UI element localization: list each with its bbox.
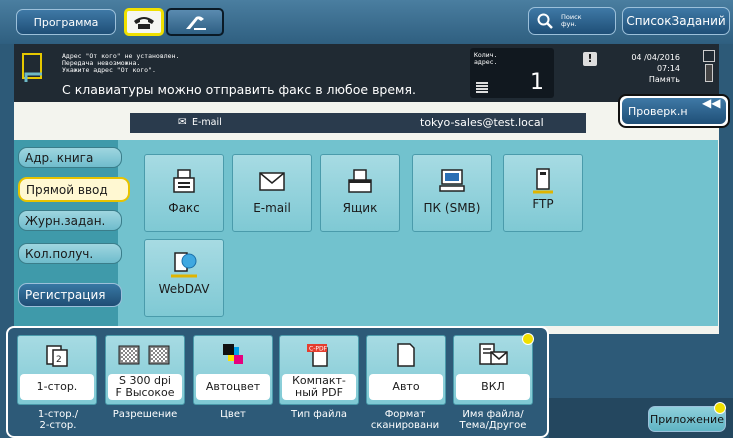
date-time: 04 /04/2016 07:14 Память — [626, 52, 680, 85]
option-color[interactable]: Автоцвет — [193, 335, 273, 405]
option-scan-size-value: Авто — [369, 374, 443, 400]
fax-mode-button[interactable] — [124, 8, 164, 36]
search-label: Поиск фун. — [561, 13, 582, 28]
nav-recipient-count[interactable]: Кол.получ. — [18, 243, 122, 264]
envelope-icon — [258, 167, 286, 195]
pdf-icon-text: C-PDF — [309, 346, 328, 353]
warning-icon: ! — [583, 52, 597, 66]
option-file-name[interactable]: ВКЛ — [453, 335, 533, 405]
tile-smb-label: ПК (SMB) — [423, 201, 481, 215]
phone-icon — [134, 17, 154, 29]
tile-webdav[interactable]: WebDAV — [144, 239, 224, 317]
ftp-icon — [529, 167, 557, 195]
caption-file-name: Имя файла/ Тема/Другое — [459, 409, 527, 431]
register-button[interactable]: Регистрация — [18, 283, 122, 307]
svg-text:2: 2 — [56, 355, 62, 365]
search-icon — [537, 13, 553, 29]
line-mode-button[interactable] — [166, 8, 224, 36]
caption-scan-size: Формат сканировани — [370, 409, 440, 431]
memory-label: Память — [648, 75, 680, 84]
webdav-icon — [169, 252, 199, 280]
option-file-type-value: Компакт- ный PDF — [282, 374, 356, 400]
duplex-icon: 2 — [44, 342, 70, 368]
envelope-small-icon: ✉ — [178, 116, 187, 128]
option-duplex[interactable]: 2 1-стор. — [17, 335, 97, 405]
search-function-button[interactable]: Поиск фун. — [528, 7, 616, 35]
app-indicator-dot — [714, 402, 726, 414]
option-resolution[interactable]: S 300 dpi F Высокое — [105, 335, 185, 405]
option-resolution-value: S 300 dpi F Высокое — [108, 374, 182, 400]
caption-resolution: Разрешение — [112, 409, 178, 420]
fax-document-icon — [20, 52, 46, 88]
nav-job-history[interactable]: Журн.задан. — [18, 210, 122, 231]
caption-file-type: Тип файла — [290, 409, 348, 420]
tile-email[interactable]: E-mail — [232, 154, 312, 232]
nav-direct-input[interactable]: Прямой ввод — [18, 177, 130, 202]
status-main-message: С клавиатуры можно отправить факс в любо… — [62, 82, 416, 97]
destination-bar: ✉ E-mail tokyo-sales@test.local — [130, 113, 586, 133]
memory-gauge-icon — [705, 64, 713, 82]
option-color-value: Автоцвет — [196, 374, 270, 400]
dest-address: tokyo-sales@test.local — [420, 116, 544, 129]
dest-count: 1 — [530, 70, 544, 95]
tile-fax-label: Факс — [168, 201, 200, 215]
resolution-icon — [115, 342, 175, 368]
dest-type-label: E-mail — [192, 117, 222, 128]
tile-box[interactable]: Ящик — [320, 154, 400, 232]
time: 07:14 — [656, 64, 680, 73]
destination-count-box: Колич. адрес. 1 — [470, 48, 554, 98]
date: 04 /04/2016 — [631, 53, 680, 62]
tile-smb[interactable]: ПК (SMB) — [412, 154, 492, 232]
tile-fax[interactable]: Факс — [144, 154, 224, 232]
program-button[interactable]: Программа — [16, 9, 116, 35]
status-message-lines: Адрес "От кого" не установлен. Передача … — [62, 52, 180, 74]
option-duplex-value: 1-стор. — [20, 374, 94, 400]
indicator-dot — [522, 333, 534, 345]
pc-icon — [438, 167, 466, 195]
nav-address-book[interactable]: Адр. книга — [18, 147, 122, 168]
option-scan-size[interactable]: Авто — [366, 335, 446, 405]
box-icon — [346, 167, 374, 195]
doc-mail-icon — [477, 342, 509, 368]
option-file-name-value: ВКЛ — [456, 374, 530, 400]
tile-box-label: Ящик — [342, 201, 378, 215]
option-file-type[interactable]: C-PDF Компакт- ный PDF — [279, 335, 359, 405]
list-icon — [476, 82, 488, 94]
page-icon — [394, 342, 418, 368]
pdf-icon: C-PDF — [305, 342, 333, 368]
handset-icon — [186, 16, 206, 30]
tile-email-label: E-mail — [253, 201, 291, 215]
tile-webdav-label: WebDAV — [158, 282, 210, 296]
fax-icon — [171, 167, 197, 195]
collapse-icon: ◀◀ — [702, 96, 721, 110]
color-icon — [219, 342, 247, 368]
tile-ftp-label: FTP — [532, 197, 554, 211]
job-list-button[interactable]: СписокЗаданий — [622, 7, 730, 35]
tile-ftp[interactable]: FTP — [503, 154, 583, 232]
network-icon — [703, 50, 715, 62]
dest-count-label: Колич. адрес. — [474, 51, 498, 66]
caption-color: Цвет — [220, 409, 246, 420]
caption-duplex: 1-стор./ 2-стор. — [37, 409, 79, 431]
